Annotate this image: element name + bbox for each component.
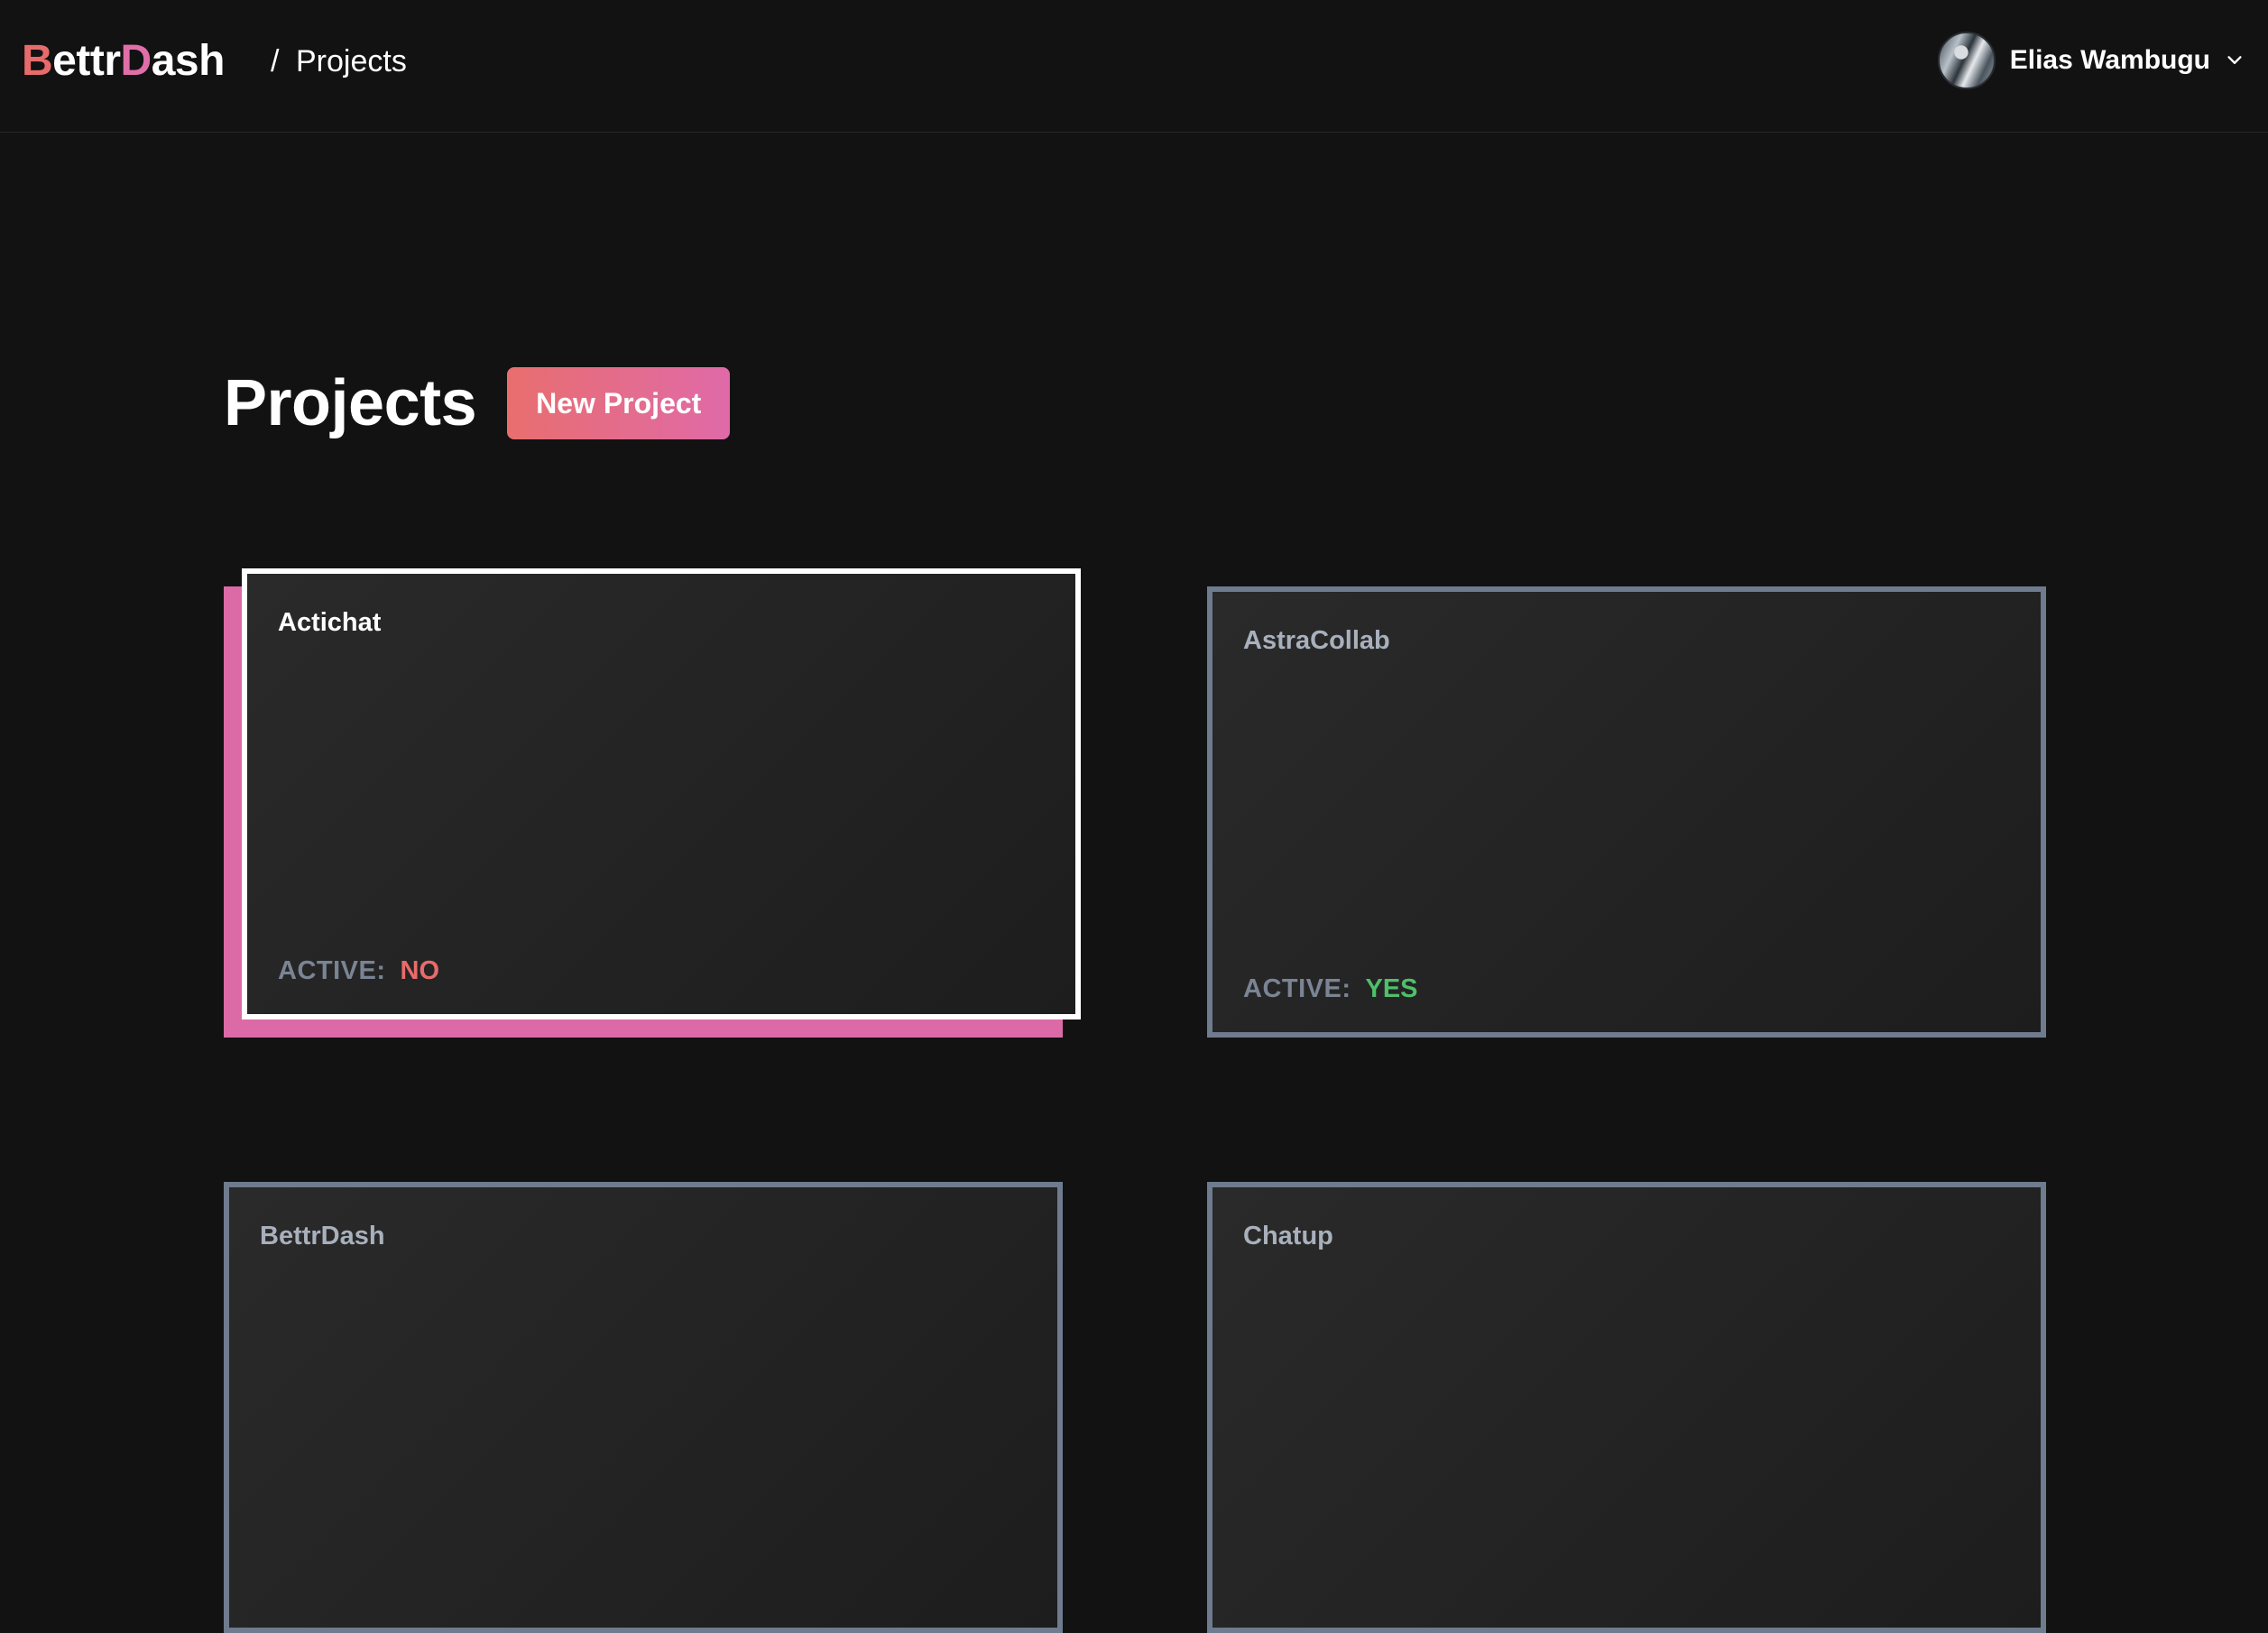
user-name[interactable]: Elias Wambugu — [2010, 44, 2210, 77]
status-label: ACTIVE: — [1243, 974, 1351, 1003]
status-value-yes: YES — [1365, 974, 1418, 1003]
status-value-no: NO — [400, 956, 440, 985]
project-name: Actichat — [278, 608, 382, 637]
project-card-chatup[interactable]: Chatup — [1207, 1182, 2046, 1633]
breadcrumb-separator: / — [271, 44, 280, 78]
user-menu[interactable]: Elias Wambugu — [1937, 31, 2245, 90]
page-title: Projects — [224, 367, 477, 439]
project-card-bettrdash[interactable]: BettrDash — [224, 1182, 1063, 1633]
chevron-down-icon[interactable] — [2225, 51, 2245, 70]
projects-heading-row: Projects New Project — [224, 366, 731, 440]
new-project-button[interactable]: New Project — [507, 367, 731, 439]
project-status: ACTIVE: YES — [1243, 973, 1418, 1005]
project-card-astracollab[interactable]: AstraCollab ACTIVE: YES — [1207, 586, 2046, 1038]
breadcrumb-current[interactable]: Projects — [296, 43, 407, 79]
project-card-actichat[interactable]: Actichat ACTIVE: NO — [242, 568, 1081, 1019]
project-name: Chatup — [1243, 1222, 1333, 1250]
status-label: ACTIVE: — [278, 956, 386, 985]
logo-text-ettr: ettr — [52, 37, 121, 85]
logo-letter-d: D — [120, 37, 152, 85]
app-logo[interactable]: BettrDash — [22, 36, 225, 87]
logo-text-ash: ash — [151, 37, 226, 85]
project-name: AstraCollab — [1243, 626, 1390, 655]
logo-letter-b: B — [22, 37, 53, 85]
project-name: BettrDash — [260, 1222, 385, 1250]
avatar[interactable] — [1937, 32, 1996, 89]
project-card-actichat-wrapper: Actichat ACTIVE: NO — [224, 568, 1081, 1038]
project-status: ACTIVE: NO — [278, 955, 439, 987]
top-navbar: BettrDash / Projects Elias Wambugu — [0, 0, 2268, 133]
